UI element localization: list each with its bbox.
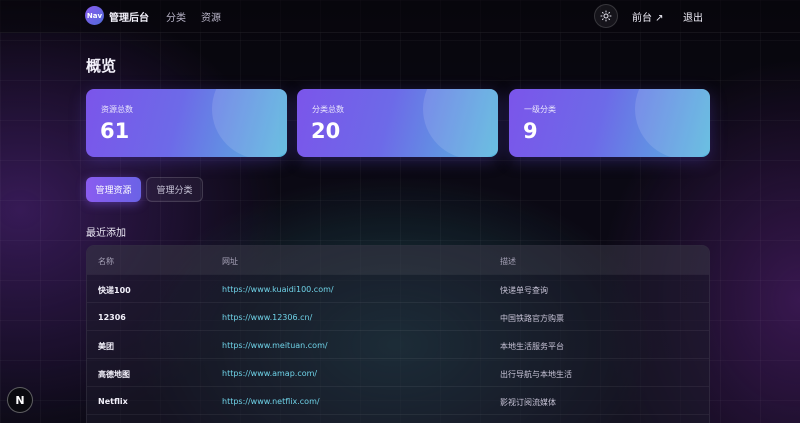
card-decoration: [423, 89, 498, 157]
stat-card-resources: 资源总数 61: [86, 89, 287, 157]
corner-n-badge[interactable]: N: [7, 387, 33, 413]
brand-title[interactable]: 管理后台: [109, 9, 149, 24]
cell-url-link[interactable]: https://www.netflix.com/: [222, 397, 320, 406]
cell-desc: 中国铁路官方购票: [500, 314, 564, 323]
cell-url-link[interactable]: https://www.meituan.com/: [222, 341, 328, 350]
stat-label: 一级分类: [524, 105, 556, 114]
table-row: 高德地图 https://www.amap.com/ 出行导航与本地生活: [87, 358, 709, 386]
cell-name: 12306: [98, 313, 126, 322]
stat-value: 20: [311, 119, 341, 143]
cell-name: 快递100: [98, 286, 131, 295]
cell-desc: 出行导航与本地生活: [500, 370, 572, 379]
cell-desc: 影视订阅流媒体: [500, 398, 556, 407]
cell-name: 高德地图: [98, 370, 130, 379]
stat-label: 资源总数: [101, 105, 133, 114]
cell-desc: 快递单号查询: [500, 286, 548, 295]
stat-card-top-categories: 一级分类 9: [509, 89, 710, 157]
page-title: 概览: [86, 57, 117, 75]
recent-table: 名称 网址 描述 快递100 https://www.kuaidi100.com…: [86, 245, 710, 423]
top-navbar: Nav 管理后台 分类 资源 前台 ↗ 退出: [0, 0, 800, 33]
stat-value: 61: [100, 119, 130, 143]
cell-name: 美团: [98, 342, 114, 351]
table-row: 12306 https://www.12306.cn/ 中国铁路官方购票: [87, 302, 709, 330]
stat-label: 分类总数: [312, 105, 344, 114]
stat-card-categories: 分类总数 20: [297, 89, 498, 157]
card-decoration: [212, 89, 287, 157]
table-row: 快递100 https://www.kuaidi100.com/ 快递单号查询: [87, 274, 709, 302]
table-header: 名称 网址 描述: [87, 246, 709, 274]
card-decoration: [635, 89, 710, 157]
table-row: Netflix https://www.netflix.com/ 影视订阅流媒体: [87, 386, 709, 414]
cell-desc: 本地生活服务平台: [500, 342, 564, 351]
column-header-name: 名称: [98, 257, 114, 266]
tab-manage-categories[interactable]: 管理分类: [146, 177, 203, 202]
cell-name: Netflix: [98, 397, 128, 406]
table-row: 美团 https://www.meituan.com/ 本地生活服务平台: [87, 330, 709, 358]
nav-link-resources[interactable]: 资源: [201, 9, 221, 24]
cell-url-link[interactable]: https://www.12306.cn/: [222, 313, 312, 322]
column-header-desc: 描述: [500, 257, 516, 266]
frontend-link[interactable]: 前台 ↗: [632, 9, 664, 24]
tab-manage-resources[interactable]: 管理资源: [86, 177, 141, 202]
stat-value: 9: [523, 119, 538, 143]
table-row: [87, 414, 709, 423]
theme-toggle-button[interactable]: [594, 4, 618, 28]
sun-icon: [600, 10, 612, 22]
column-header-url: 网址: [222, 257, 238, 266]
section-title-recent: 最近添加: [86, 228, 126, 239]
logout-button[interactable]: 退出: [683, 9, 703, 24]
nav-link-categories[interactable]: 分类: [166, 9, 186, 24]
cell-url-link[interactable]: https://www.kuaidi100.com/: [222, 285, 334, 294]
cell-url-link[interactable]: https://www.amap.com/: [222, 369, 317, 378]
logo[interactable]: Nav: [85, 6, 104, 25]
